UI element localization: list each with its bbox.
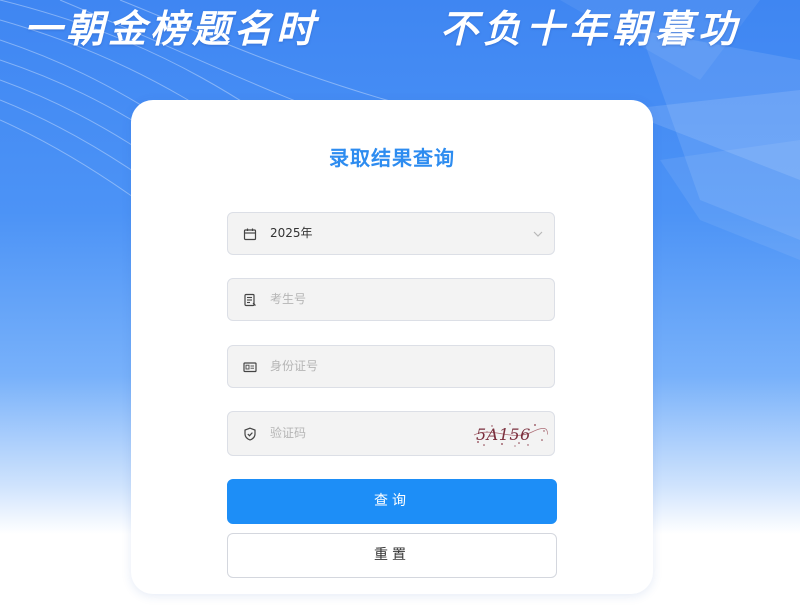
- id-card-placeholder: 身份证号: [270, 359, 319, 373]
- exam-number-placeholder: 考生号: [270, 292, 307, 306]
- slogan-left: 一朝金榜题名时: [24, 6, 319, 51]
- captcha-field[interactable]: 验证码 5A156: [227, 411, 555, 456]
- year-select[interactable]: 2025年: [227, 212, 555, 255]
- id-card-field[interactable]: 身份证号: [227, 345, 555, 388]
- query-button[interactable]: 查询: [227, 479, 557, 524]
- slogan-right: 不负十年朝暮功: [440, 6, 742, 51]
- shield-check-icon: [244, 427, 256, 441]
- captcha-image[interactable]: 5A156: [472, 420, 548, 448]
- captcha-placeholder: 验证码: [270, 426, 307, 440]
- captcha-code: 5A156: [476, 425, 531, 444]
- reset-button[interactable]: 重置: [227, 533, 557, 578]
- query-card: 录取结果查询 2025年 考生号 身份证号 验证码 5A156 查询 重置: [131, 100, 653, 594]
- id-card-icon: [243, 361, 257, 372]
- id-badge-icon: [244, 293, 256, 306]
- exam-number-field[interactable]: 考生号: [227, 278, 555, 321]
- page-title: 录取结果查询: [329, 146, 455, 170]
- calendar-icon: [243, 228, 257, 240]
- year-value: 2025年: [270, 226, 313, 240]
- chevron-down-icon: [533, 231, 543, 237]
